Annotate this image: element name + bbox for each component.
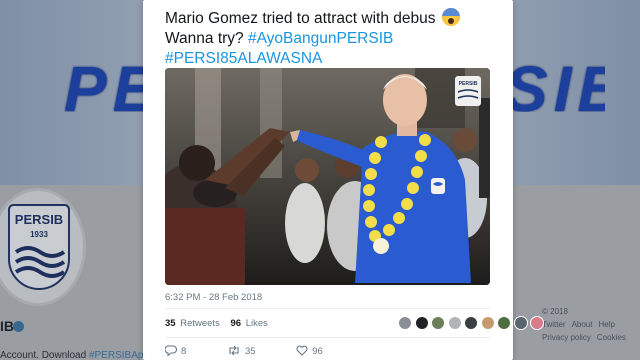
retweets-count: 35 — [165, 318, 176, 329]
tweet-line-2: Wanna try? — [165, 30, 248, 47]
heart-icon — [296, 345, 308, 356]
tweet-text: Mario Gomez tried to attract with debus … — [165, 8, 505, 69]
crest-wave-icon — [14, 246, 66, 278]
like-button[interactable]: 96 — [296, 345, 323, 357]
crest-year: 1933 — [30, 230, 48, 239]
liker-avatar[interactable] — [398, 316, 412, 330]
tweet-stats: 35 Retweets 96 Likes — [165, 318, 268, 329]
liker-avatar[interactable] — [414, 316, 429, 330]
divider — [165, 308, 490, 309]
liker-avatar[interactable] — [431, 316, 445, 330]
banner-word-right: SIB — [505, 53, 605, 112]
tweet-timestamp[interactable]: 6:32 PM - 28 Feb 2018 — [165, 292, 262, 303]
banner-word-left: PERS — [64, 53, 154, 112]
retweet-icon — [229, 345, 239, 356]
liker-avatar[interactable] — [447, 316, 462, 330]
likes-label: Likes — [245, 318, 268, 329]
retweets-stat[interactable]: 35 Retweets — [165, 318, 220, 329]
footer-help-link[interactable]: Help — [598, 320, 614, 329]
liker-avatar[interactable] — [530, 316, 544, 330]
reply-count: 8 — [181, 346, 187, 357]
retweets-label: Retweets — [180, 318, 220, 329]
liker-avatar[interactable] — [513, 316, 528, 330]
bio-text: Account. Download — [0, 350, 89, 360]
likes-stat[interactable]: 96 Likes — [230, 318, 267, 329]
liker-avatar[interactable] — [497, 316, 511, 330]
photo-scene: PERSIB — [165, 68, 490, 285]
liker-avatar[interactable] — [464, 316, 478, 330]
reply-icon — [164, 345, 178, 357]
persib-crest-logo: PERSIB 1933 — [8, 204, 70, 290]
likes-count: 96 — [230, 318, 242, 329]
tweet-line-1: Mario Gomez tried to attract with debus — [165, 10, 436, 27]
liker-avatars — [398, 316, 547, 332]
tweet-photo[interactable]: PERSIB — [165, 68, 490, 285]
profile-bio: Account. Download #PERSIBApps — [0, 350, 154, 360]
footer-about-link[interactable]: About — [572, 320, 593, 329]
retweet-button[interactable]: 35 — [227, 345, 256, 357]
hashtag-link-ayobangunpersib[interactable]: #AyoBangunPERSIB — [248, 30, 393, 47]
verified-badge-icon — [13, 321, 24, 332]
crest-name: PERSIB — [14, 212, 64, 227]
reply-button[interactable]: 8 — [164, 345, 187, 357]
fearful-face-emoji-icon — [441, 8, 460, 26]
divider — [165, 337, 490, 338]
page-footer: © 2018 Twitter About Help Privacy policy Co… — [542, 305, 640, 344]
like-count: 96 — [312, 346, 323, 357]
tweet-actions: 8 35 96 — [164, 345, 361, 357]
profile-name[interactable]: IB — [0, 318, 14, 334]
footer-cookies-link[interactable]: Cookies — [597, 333, 626, 342]
svg-text:PERSIB: PERSIB — [459, 81, 478, 87]
retweet-count: 35 — [244, 346, 256, 357]
tweet-modal: Mario Gomez tried to attract with debus … — [143, 0, 544, 360]
footer-privacy-link[interactable]: Privacy policy — [542, 333, 591, 342]
hashtag-link-persi85alawasna[interactable]: #PERSI85ALAWASNA — [165, 50, 322, 67]
liker-avatar[interactable] — [480, 316, 495, 330]
